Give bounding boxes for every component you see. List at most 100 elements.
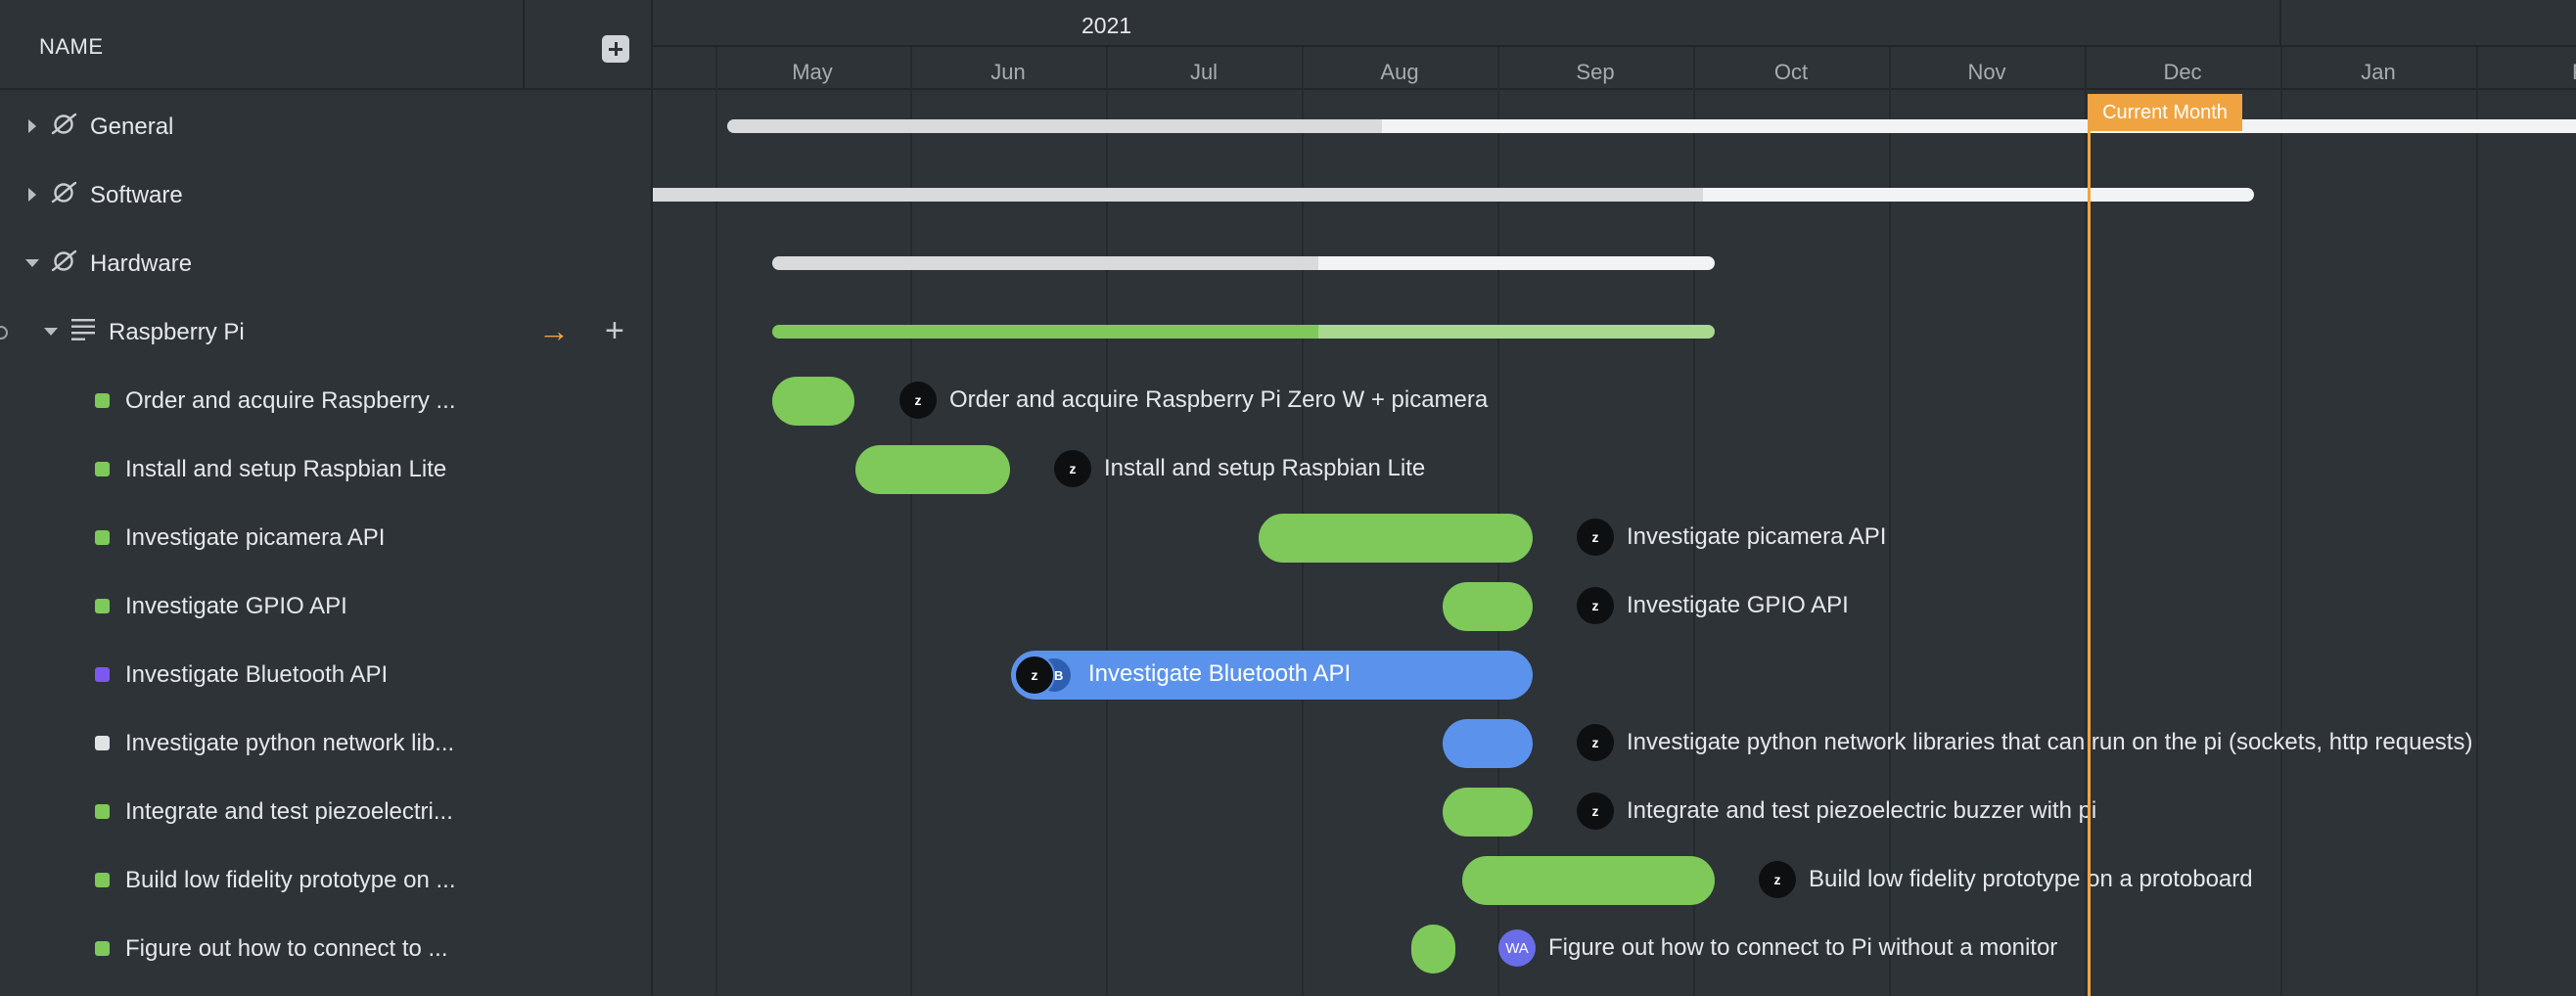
project-track-general[interactable] bbox=[727, 119, 2576, 133]
arrow-right-icon[interactable]: → bbox=[538, 313, 570, 348]
name-column-header: NAME bbox=[0, 0, 651, 90]
assignee-avatar[interactable]: z bbox=[1759, 861, 1796, 898]
status-square-icon bbox=[95, 393, 110, 408]
task-name: Install and setup Raspbian Lite bbox=[125, 456, 447, 482]
task-bar-label: Investigate python network libraries tha… bbox=[1627, 729, 2473, 755]
month-label: May bbox=[792, 60, 833, 84]
task-bar-label: Build low fidelity prototype on a protob… bbox=[1809, 866, 2253, 892]
group-row-raspberry-pi[interactable]: Raspberry Pi → + bbox=[0, 297, 651, 366]
task-bar[interactable] bbox=[1259, 514, 1533, 563]
task-name: Investigate picamera API bbox=[125, 524, 386, 551]
current-month-line bbox=[2088, 94, 2091, 996]
project-row-software[interactable]: Software bbox=[0, 160, 651, 229]
task-row[interactable]: Investigate Bluetooth API bbox=[0, 640, 651, 708]
group-track-raspberry-pi[interactable] bbox=[772, 325, 1715, 339]
month-label: Jan bbox=[2361, 60, 2396, 84]
group-name: Raspberry Pi bbox=[109, 319, 245, 345]
project-track-hardware[interactable] bbox=[772, 256, 1715, 270]
month-label: Sep bbox=[1576, 60, 1615, 84]
month-header: May Jun Jul Aug Sep Oct Nov Dec Jan Fe bbox=[653, 47, 2576, 90]
task-row[interactable]: Build low fidelity prototype on ... bbox=[0, 845, 651, 914]
task-bar-label: Install and setup Raspbian Lite bbox=[1104, 455, 1426, 481]
project-row-general[interactable]: General bbox=[0, 92, 651, 160]
status-square-icon bbox=[95, 462, 110, 476]
assignee-avatar[interactable]: WA bbox=[1498, 929, 1536, 967]
task-name: Investigate Bluetooth API bbox=[125, 661, 389, 688]
month-label: Jul bbox=[1189, 60, 1219, 84]
assignee-avatar[interactable]: z bbox=[1014, 655, 1055, 696]
month-label: Nov bbox=[1967, 60, 2006, 84]
task-bar[interactable] bbox=[1443, 719, 1533, 768]
task-name: Figure out how to connect to ... bbox=[125, 935, 448, 962]
task-name: Order and acquire Raspberry ... bbox=[125, 387, 456, 414]
project-row-hardware[interactable]: Hardware bbox=[0, 229, 651, 297]
status-square-icon bbox=[95, 804, 110, 819]
year-label: 2021 bbox=[1081, 13, 1132, 38]
task-row[interactable]: Integrate and test piezoelectri... bbox=[0, 777, 651, 845]
list-icon bbox=[71, 319, 95, 340]
status-square-icon bbox=[95, 736, 110, 750]
task-name: Build low fidelity prototype on ... bbox=[125, 867, 456, 893]
project-name: Hardware bbox=[90, 250, 193, 277]
task-bar-label: Order and acquire Raspberry Pi Zero W + … bbox=[949, 386, 1489, 413]
collapse-chevron-icon[interactable] bbox=[25, 259, 39, 267]
task-row[interactable]: Investigate GPIO API bbox=[0, 571, 651, 640]
planet-icon bbox=[51, 181, 77, 204]
expand-chevron-icon[interactable] bbox=[28, 119, 36, 133]
task-row[interactable]: Install and setup Raspbian Lite bbox=[0, 434, 651, 503]
month-label: Aug bbox=[1380, 60, 1419, 84]
task-bar-label: Investigate picamera API bbox=[1627, 523, 1887, 550]
task-bar[interactable] bbox=[1462, 856, 1715, 905]
name-panel: NAME General Software Hardware Raspberry… bbox=[0, 0, 653, 996]
drag-handle-icon[interactable] bbox=[0, 326, 8, 340]
planet-icon bbox=[51, 113, 77, 135]
name-column-label: NAME bbox=[39, 34, 104, 59]
status-square-icon bbox=[95, 873, 110, 887]
planet-icon bbox=[51, 249, 77, 272]
assignee-avatar[interactable]: z bbox=[1577, 792, 1614, 830]
status-square-icon bbox=[95, 941, 110, 956]
month-label: Oct bbox=[1773, 60, 1809, 84]
grid-line bbox=[2280, 47, 2282, 996]
assignee-avatar[interactable]: z bbox=[1577, 519, 1614, 556]
task-bar-label: Investigate Bluetooth API bbox=[1088, 660, 1352, 687]
task-name: Integrate and test piezoelectri... bbox=[125, 798, 453, 825]
task-bar[interactable] bbox=[1443, 788, 1533, 837]
gantt-timeline[interactable]: 2021 May Jun Jul Aug Sep Oct Nov Dec Jan… bbox=[653, 0, 2576, 996]
status-square-icon bbox=[95, 599, 110, 613]
current-month-label: Current Month bbox=[2088, 94, 2242, 131]
task-bar[interactable] bbox=[855, 445, 1010, 494]
status-square-icon bbox=[95, 530, 110, 545]
task-bar[interactable] bbox=[772, 377, 854, 426]
add-column-button[interactable] bbox=[602, 35, 629, 63]
add-task-button[interactable]: + bbox=[605, 313, 624, 348]
grid-line bbox=[2476, 47, 2478, 996]
status-square-icon bbox=[95, 667, 110, 682]
year-header: 2021 bbox=[653, 0, 2576, 47]
task-row[interactable]: Order and acquire Raspberry ... bbox=[0, 366, 651, 434]
assignee-avatar[interactable]: z bbox=[1577, 724, 1614, 761]
task-row[interactable]: Figure out how to connect to ... bbox=[0, 914, 651, 982]
assignee-avatar[interactable]: z bbox=[1054, 450, 1091, 487]
task-bar[interactable] bbox=[1443, 582, 1533, 631]
project-name: Software bbox=[90, 182, 183, 208]
task-name: Investigate GPIO API bbox=[125, 593, 347, 619]
expand-chevron-icon[interactable] bbox=[28, 188, 36, 202]
task-bar-label: Integrate and test piezoelectric buzzer … bbox=[1627, 797, 2097, 824]
task-bar[interactable] bbox=[1411, 925, 1455, 973]
collapse-chevron-icon[interactable] bbox=[44, 328, 58, 336]
year-divider bbox=[2279, 0, 2281, 47]
project-track-software[interactable] bbox=[653, 188, 2254, 202]
task-name: Investigate python network lib... bbox=[125, 730, 455, 756]
assignee-avatar[interactable]: z bbox=[1577, 587, 1614, 624]
month-label: Dec bbox=[2163, 60, 2202, 84]
month-label: Jun bbox=[990, 60, 1026, 84]
task-row[interactable]: Investigate picamera API bbox=[0, 503, 651, 571]
project-name: General bbox=[90, 113, 174, 140]
assignee-avatar[interactable]: z bbox=[899, 382, 937, 419]
task-bar-label: Investigate GPIO API bbox=[1627, 592, 1849, 618]
task-row[interactable]: Investigate python network lib... bbox=[0, 708, 651, 777]
month-label: Fe bbox=[2572, 60, 2576, 85]
column-divider[interactable] bbox=[523, 0, 525, 90]
task-bar-label: Figure out how to connect to Pi without … bbox=[1548, 934, 2058, 961]
